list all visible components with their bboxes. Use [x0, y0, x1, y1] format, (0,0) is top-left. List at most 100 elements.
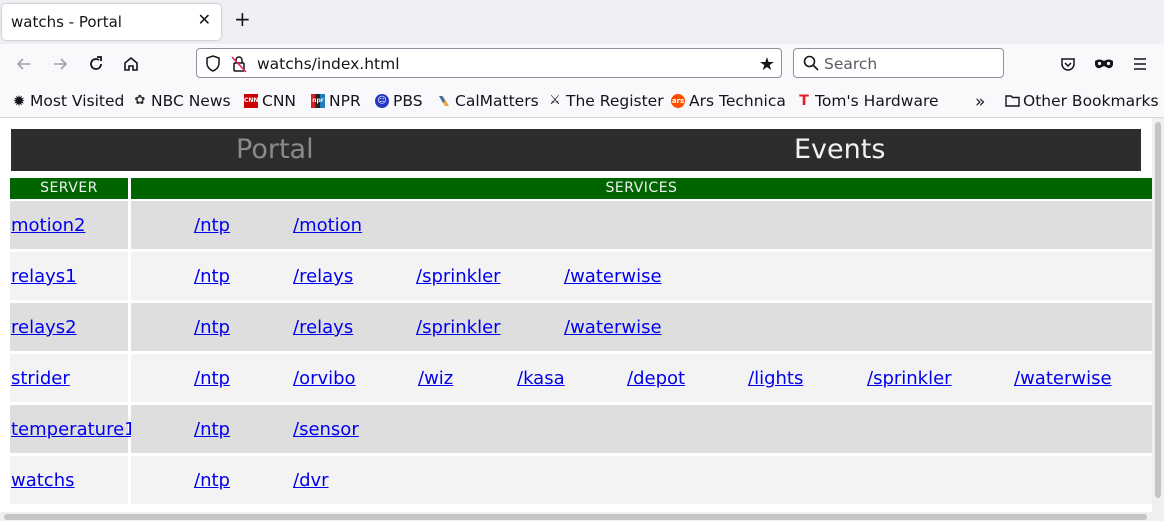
- service-link[interactable]: /waterwise: [564, 266, 662, 287]
- tab-title: watchs - Portal: [11, 13, 122, 31]
- bookmark-star-icon[interactable]: ★: [759, 54, 775, 75]
- nav-portal[interactable]: Portal: [236, 134, 314, 165]
- bookmark-label: Ars Technica: [689, 92, 786, 110]
- service-link[interactable]: /motion: [293, 215, 362, 236]
- services-cell: /ntp/orvibo/wiz/kasa/depot/lights/sprink…: [131, 354, 1152, 402]
- service-link[interactable]: /ntp: [194, 419, 230, 440]
- home-icon[interactable]: [119, 52, 143, 76]
- back-icon[interactable]: [12, 52, 36, 76]
- pbs-icon: ☺: [375, 94, 389, 108]
- horizontal-scrollbar[interactable]: [0, 512, 1164, 521]
- vertical-scroll-thumb[interactable]: [1155, 122, 1161, 498]
- url-text[interactable]: watchs/index.html: [257, 55, 400, 73]
- service-link[interactable]: /ntp: [194, 317, 230, 338]
- bookmark-label: CNN: [262, 92, 297, 110]
- service-link[interactable]: /kasa: [517, 368, 565, 389]
- calmatters-icon: [437, 94, 451, 108]
- server-cell: temperature1: [10, 405, 136, 453]
- shield-icon[interactable]: [205, 55, 221, 77]
- server-cell: watchs: [10, 456, 128, 504]
- services-column-header: SERVICES: [131, 178, 1152, 199]
- service-link[interactable]: /orvibo: [293, 368, 356, 389]
- new-tab-button[interactable]: +: [234, 9, 251, 29]
- service-link[interactable]: /sprinkler: [416, 266, 501, 287]
- service-link[interactable]: /ntp: [194, 470, 230, 491]
- bookmark-ars-technica[interactable]: ars Ars Technica: [671, 92, 786, 110]
- bookmark-label: NPR: [329, 92, 361, 110]
- server-link[interactable]: temperature1: [11, 419, 136, 440]
- service-link[interactable]: /wiz: [418, 368, 453, 389]
- service-link[interactable]: /sprinkler: [416, 317, 501, 338]
- services-cell: /ntp/sensor: [131, 405, 1152, 453]
- vertical-scrollbar[interactable]: [1152, 118, 1164, 512]
- toms-icon: T: [799, 93, 809, 109]
- bookmark-label: CalMatters: [455, 92, 539, 110]
- service-link[interactable]: /waterwise: [1014, 368, 1112, 389]
- bookmark-label: NBC News: [151, 92, 231, 110]
- service-link[interactable]: /ntp: [194, 215, 230, 236]
- table-row: watchs/ntp/dvr: [10, 456, 1152, 504]
- forward-icon[interactable]: [48, 52, 72, 76]
- bookmark-label: PBS: [393, 92, 423, 110]
- bookmark-toms-hardware[interactable]: T Tom's Hardware: [797, 92, 939, 110]
- nbc-icon: ✿: [134, 93, 146, 108]
- bookmark-most-visited[interactable]: ✹ Most Visited: [12, 92, 125, 110]
- search-placeholder[interactable]: Search: [824, 55, 877, 73]
- services-cell: /ntp/motion: [131, 201, 1152, 249]
- search-icon: [803, 55, 819, 75]
- bookmark-pbs[interactable]: ☺ PBS: [375, 92, 423, 110]
- page-header: Portal Events: [11, 129, 1141, 171]
- close-icon[interactable]: ✕: [198, 10, 211, 29]
- service-link[interactable]: /lights: [748, 368, 803, 389]
- navigation-bar: watchs/index.html ★ Search: [0, 44, 1164, 84]
- services-cell: /ntp/relays/sprinkler/waterwise: [131, 303, 1152, 351]
- service-link[interactable]: /relays: [293, 266, 353, 287]
- bookmark-npr[interactable]: npr NPR: [311, 92, 361, 110]
- service-link[interactable]: /waterwise: [564, 317, 662, 338]
- service-link[interactable]: /ntp: [194, 266, 230, 287]
- server-link[interactable]: relays1: [11, 266, 77, 287]
- folder-icon: [1005, 94, 1020, 108]
- ars-icon: ars: [671, 94, 685, 108]
- server-link[interactable]: relays2: [11, 317, 77, 338]
- service-link[interactable]: /relays: [293, 317, 353, 338]
- reload-icon[interactable]: [84, 52, 108, 76]
- pocket-icon[interactable]: [1056, 52, 1080, 76]
- bookmark-the-register[interactable]: ⚔ The Register: [548, 92, 663, 110]
- service-link[interactable]: /ntp: [194, 368, 230, 389]
- service-link[interactable]: /sprinkler: [867, 368, 952, 389]
- menu-icon[interactable]: [1128, 52, 1152, 76]
- bookmark-calmatters[interactable]: CalMatters: [437, 92, 539, 110]
- bookmark-label: Other Bookmarks: [1023, 92, 1159, 110]
- page-content: Portal Events SERVER SERVICES motion2/nt…: [0, 118, 1152, 512]
- gear-icon: ✹: [12, 92, 26, 110]
- bookmark-label: Most Visited: [30, 92, 125, 110]
- cnn-icon: CNN: [244, 94, 258, 108]
- bookmark-label: Tom's Hardware: [815, 92, 939, 110]
- url-bar[interactable]: watchs/index.html ★: [196, 48, 782, 78]
- extension-mask-icon[interactable]: [1092, 52, 1116, 76]
- services-cell: /ntp/dvr: [131, 456, 1152, 504]
- nav-events[interactable]: Events: [794, 134, 885, 165]
- bookmark-other-bookmarks[interactable]: Other Bookmarks: [1005, 92, 1159, 110]
- bookmarks-toolbar: ✹ Most Visited ✿ NBC News CNN CNN npr NP…: [0, 84, 1164, 118]
- table-row: relays1/ntp/relays/sprinkler/waterwise: [10, 252, 1152, 300]
- npr-icon: npr: [311, 94, 325, 108]
- insecure-lock-icon[interactable]: [231, 55, 247, 77]
- server-link[interactable]: strider: [11, 368, 70, 389]
- search-bar[interactable]: Search: [793, 48, 1004, 78]
- tab-strip: watchs - Portal ✕ +: [0, 0, 1164, 44]
- service-link[interactable]: /depot: [627, 368, 685, 389]
- service-link[interactable]: /dvr: [293, 470, 329, 491]
- tab-active[interactable]: watchs - Portal ✕: [2, 4, 221, 40]
- horizontal-scroll-thumb[interactable]: [4, 514, 1147, 520]
- server-cell: motion2: [10, 201, 128, 249]
- bookmark-cnn[interactable]: CNN CNN: [244, 92, 296, 110]
- table-row: temperature1/ntp/sensor: [10, 405, 1152, 453]
- bookmark-nbc-news[interactable]: ✿ NBC News: [133, 92, 231, 110]
- bookmarks-overflow-chevron-icon[interactable]: »: [975, 92, 985, 112]
- service-link[interactable]: /sensor: [293, 419, 359, 440]
- register-icon: ⚔: [549, 93, 561, 108]
- server-link[interactable]: watchs: [11, 470, 75, 491]
- server-link[interactable]: motion2: [11, 215, 85, 236]
